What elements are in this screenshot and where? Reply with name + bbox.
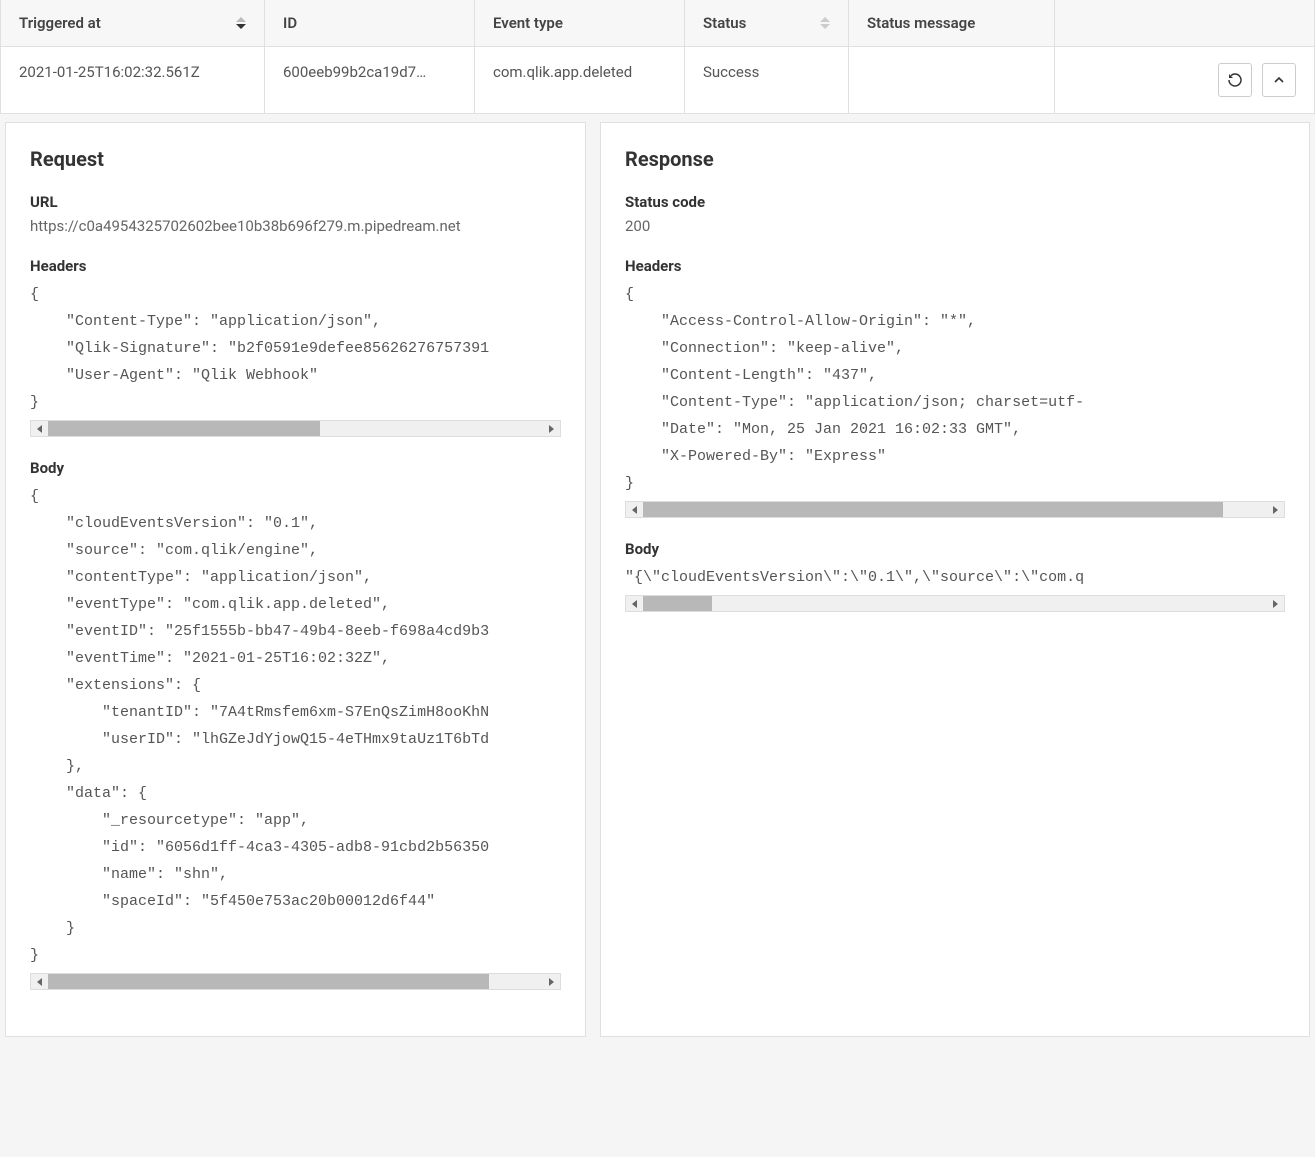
- column-label: Status: [703, 14, 746, 32]
- table-row[interactable]: 2021-01-25T16:02:32.561Z 600eeb99b2ca19d…: [1, 47, 1314, 113]
- scroll-right-icon[interactable]: [1267, 596, 1284, 611]
- column-status-message[interactable]: Status message: [849, 0, 1055, 46]
- horizontal-scrollbar[interactable]: [30, 973, 561, 990]
- status-code-value: 200: [625, 217, 1285, 235]
- horizontal-scrollbar[interactable]: [625, 501, 1285, 518]
- cell-id: 600eeb99b2ca19d7…: [265, 47, 475, 113]
- response-body-code: "{\"cloudEventsVersion\":\"0.1\",\"sourc…: [625, 564, 1285, 591]
- collapse-button[interactable]: [1262, 63, 1296, 97]
- horizontal-scrollbar[interactable]: [625, 595, 1285, 612]
- column-triggered-at[interactable]: Triggered at: [1, 0, 265, 46]
- scroll-right-icon[interactable]: [543, 421, 560, 436]
- scroll-left-icon[interactable]: [31, 974, 48, 989]
- request-headers-code: { "Content-Type": "application/json", "Q…: [30, 281, 561, 416]
- sort-icon: [820, 17, 830, 29]
- column-label: Event type: [493, 14, 563, 32]
- column-status[interactable]: Status: [685, 0, 849, 46]
- column-label: ID: [283, 14, 297, 32]
- request-body-block: { "cloudEventsVersion": "0.1", "source":…: [30, 483, 561, 990]
- request-headers-label: Headers: [30, 257, 561, 275]
- url-label: URL: [30, 193, 561, 211]
- request-headers-block: { "Content-Type": "application/json", "Q…: [30, 281, 561, 437]
- cell-status: Success: [685, 47, 849, 113]
- response-title: Response: [625, 147, 1285, 171]
- refresh-icon: [1227, 72, 1243, 88]
- response-headers-code: { "Access-Control-Allow-Origin": "*", "C…: [625, 281, 1285, 497]
- scroll-left-icon[interactable]: [31, 421, 48, 436]
- cell-message: [849, 47, 1055, 113]
- url-value: https://c0a4954325702602bee10b38b696f279…: [30, 217, 561, 235]
- column-label: Triggered at: [19, 14, 101, 32]
- request-body-code: { "cloudEventsVersion": "0.1", "source":…: [30, 483, 561, 969]
- column-event-type[interactable]: Event type: [475, 0, 685, 46]
- cell-event-type: com.qlik.app.deleted: [475, 47, 685, 113]
- status-code-label: Status code: [625, 193, 1285, 211]
- response-body-block: "{\"cloudEventsVersion\":\"0.1\",\"sourc…: [625, 564, 1285, 612]
- cell-actions: [1055, 47, 1314, 113]
- response-body-label: Body: [625, 540, 1285, 558]
- column-label: Status message: [867, 14, 975, 32]
- request-panel: Request URL https://c0a4954325702602bee1…: [5, 122, 586, 1037]
- response-headers-block: { "Access-Control-Allow-Origin": "*", "C…: [625, 281, 1285, 518]
- response-panel: Response Status code 200 Headers { "Acce…: [600, 122, 1310, 1037]
- scroll-right-icon[interactable]: [1267, 502, 1284, 517]
- column-id[interactable]: ID: [265, 0, 475, 46]
- sort-icon: [236, 17, 246, 29]
- scroll-left-icon[interactable]: [626, 596, 643, 611]
- response-headers-label: Headers: [625, 257, 1285, 275]
- horizontal-scrollbar[interactable]: [30, 420, 561, 437]
- refresh-button[interactable]: [1218, 63, 1252, 97]
- cell-triggered: 2021-01-25T16:02:32.561Z: [1, 47, 265, 113]
- events-table: Triggered at ID Event type Status Status…: [0, 0, 1315, 114]
- chevron-up-icon: [1271, 72, 1287, 88]
- scroll-left-icon[interactable]: [626, 502, 643, 517]
- request-title: Request: [30, 147, 561, 171]
- scroll-right-icon[interactable]: [543, 974, 560, 989]
- column-actions: [1055, 0, 1314, 46]
- details-panels: Request URL https://c0a4954325702602bee1…: [0, 114, 1315, 1045]
- request-body-label: Body: [30, 459, 561, 477]
- table-header-row: Triggered at ID Event type Status Status…: [1, 0, 1314, 47]
